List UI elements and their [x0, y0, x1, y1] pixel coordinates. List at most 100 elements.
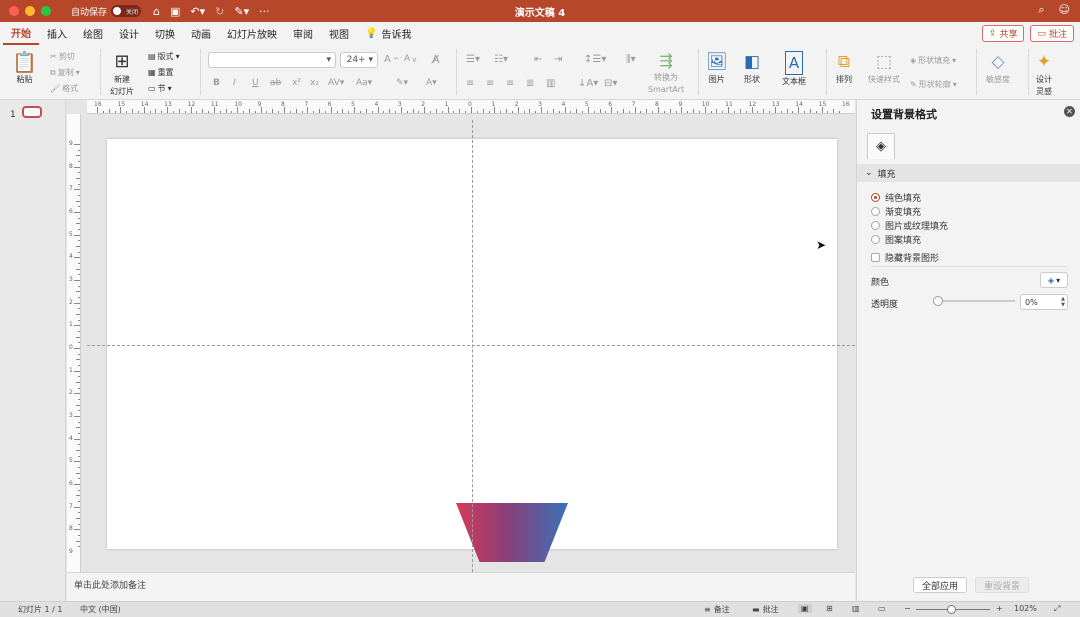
more-icon[interactable]: ···: [259, 5, 270, 18]
close-pane-button[interactable]: ✕: [1064, 106, 1075, 117]
gradient-fill-option[interactable]: 渐变填充: [871, 205, 921, 218]
shape-fill-button[interactable]: ◈ 形状填充 ▾: [910, 55, 956, 66]
section-button[interactable]: ▭ 节 ▾: [148, 83, 172, 94]
vertical-guide[interactable]: [472, 120, 473, 572]
font-size-dropdown[interactable]: 24+ ▾: [340, 52, 378, 68]
tab-view[interactable]: 视图: [321, 22, 357, 45]
smiley-feedback-icon[interactable]: ☺: [1059, 3, 1070, 17]
strikethrough-button[interactable]: ab: [270, 78, 281, 88]
italic-button[interactable]: I: [233, 78, 236, 88]
picture-button[interactable]: 🖼 图片: [706, 51, 728, 85]
tab-slideshow[interactable]: 幻灯片放映: [219, 22, 285, 45]
zoom-out-button[interactable]: −: [904, 604, 911, 613]
notes-toggle-button[interactable]: ≡ 备注: [704, 604, 730, 615]
format-painter-button[interactable]: 🖌 格式: [50, 83, 78, 94]
redo-icon[interactable]: ↻: [215, 5, 224, 18]
slide-thumbnail[interactable]: [22, 106, 42, 118]
cut-button[interactable]: ✂ 剪切: [50, 51, 75, 62]
numbering-button[interactable]: ☷▾: [494, 54, 508, 65]
new-slide-button[interactable]: ⊞ 新建 幻灯片: [110, 51, 134, 97]
solid-fill-option[interactable]: 纯色填充: [871, 191, 921, 204]
slide-sorter-button[interactable]: ⊞: [826, 604, 833, 613]
decrease-indent-button[interactable]: ⇤: [534, 54, 542, 65]
fill-tab-icon[interactable]: ◈: [867, 133, 895, 159]
shape-outline-button[interactable]: ✎ 形状轮廓 ▾: [910, 79, 957, 90]
align-left-button[interactable]: ≡: [466, 78, 474, 89]
share-button[interactable]: ⇪ 共享: [981, 25, 1025, 42]
picture-fill-option[interactable]: 图片或纹理填充: [871, 219, 948, 232]
pattern-fill-option[interactable]: 图案填充: [871, 233, 921, 246]
apply-to-all-button[interactable]: 全部应用: [913, 577, 967, 593]
font-name-dropdown[interactable]: ▾: [208, 52, 336, 68]
tab-home[interactable]: 开始: [3, 22, 39, 45]
align-right-button[interactable]: ≡: [506, 78, 514, 89]
tab-insert[interactable]: 插入: [39, 22, 75, 45]
language-status[interactable]: 中文 (中国): [80, 604, 121, 615]
edit-doc-icon[interactable]: ✎▾: [234, 5, 249, 18]
paste-button[interactable]: 📋 粘贴: [12, 51, 37, 85]
fill-section-header[interactable]: ⌄ 填充: [857, 164, 1080, 182]
tab-draw[interactable]: 绘图: [75, 22, 111, 45]
color-picker-button[interactable]: ◈ ▾: [1040, 272, 1068, 288]
undo-icon[interactable]: ↶▾: [190, 5, 205, 18]
reset-button[interactable]: ▦ 重置: [148, 67, 174, 78]
reading-view-button[interactable]: ▥: [852, 604, 860, 613]
transparency-slider-handle[interactable]: [933, 296, 943, 306]
layout-button[interactable]: ▤ 版式 ▾: [148, 51, 180, 62]
superscript-button[interactable]: x²: [292, 78, 301, 88]
designer-button[interactable]: ✦ 设计 灵感: [1036, 51, 1052, 97]
columns-button[interactable]: ⫼▾: [626, 54, 636, 65]
decrease-font-button[interactable]: Av: [404, 54, 417, 64]
bullets-button[interactable]: ☰▾: [466, 54, 480, 65]
convert-smartart-button[interactable]: ⇶ 转换为 SmartArt: [648, 51, 684, 95]
comments-button[interactable]: ▭ 批注: [1030, 25, 1074, 42]
hide-background-checkbox[interactable]: 隐藏背景图形: [871, 251, 939, 264]
comments-toggle-button[interactable]: ▬ 批注: [752, 604, 779, 615]
normal-view-button[interactable]: ▣: [798, 604, 812, 613]
transparency-input[interactable]: 0% ▲ ▼: [1020, 294, 1068, 310]
char-spacing-button[interactable]: AV▾: [328, 78, 344, 88]
zoom-in-button[interactable]: +: [996, 604, 1003, 613]
justify-button[interactable]: ≣: [526, 78, 534, 89]
search-icon[interactable]: ⌕: [1038, 3, 1044, 17]
align-text-button[interactable]: ⊟▾: [604, 78, 617, 89]
zoom-level[interactable]: 102%: [1014, 604, 1037, 613]
distributed-button[interactable]: ▥: [546, 78, 555, 89]
clear-format-button[interactable]: A̸: [432, 53, 440, 66]
slideshow-button[interactable]: ▭: [878, 604, 886, 613]
zoom-window-button[interactable]: [41, 6, 51, 16]
arrange-button[interactable]: ⧉ 排列: [836, 51, 852, 85]
zoom-slider[interactable]: [916, 605, 990, 614]
tab-transitions[interactable]: 切换: [147, 22, 183, 45]
bold-button[interactable]: B: [213, 78, 220, 88]
tell-me-tab[interactable]: 💡 告诉我: [357, 22, 419, 45]
line-spacing-button[interactable]: ↕☰▾: [584, 54, 606, 65]
textbox-button[interactable]: A 文本框: [782, 51, 806, 87]
reset-background-button[interactable]: 重设背景: [975, 577, 1029, 593]
tab-review[interactable]: 审阅: [285, 22, 321, 45]
copy-button[interactable]: ⧉ 复制 ▾: [50, 67, 80, 78]
change-case-button[interactable]: Aa▾: [356, 78, 372, 88]
tab-animations[interactable]: 动画: [183, 22, 219, 45]
autosave-toggle[interactable]: 关闭: [111, 5, 142, 17]
underline-button[interactable]: U: [252, 78, 259, 88]
font-color-button[interactable]: A▾: [426, 78, 437, 88]
notes-pane[interactable]: 单击此处添加备注: [67, 572, 855, 601]
horizontal-guide[interactable]: [87, 345, 855, 346]
sensitivity-button[interactable]: ◇ 敏感度: [986, 51, 1010, 85]
quick-styles-button[interactable]: ⬚ 快速样式: [868, 51, 900, 85]
zoom-slider-handle[interactable]: [946, 605, 956, 614]
align-center-button[interactable]: ≡: [486, 78, 494, 89]
home-icon[interactable]: ⌂: [153, 5, 160, 18]
subscript-button[interactable]: x₂: [310, 78, 319, 88]
close-window-button[interactable]: [9, 6, 19, 16]
highlight-button[interactable]: ✎▾: [396, 78, 408, 88]
fit-to-window-icon[interactable]: ⤢: [1054, 604, 1060, 614]
text-direction-button[interactable]: ↓A▾: [578, 78, 598, 89]
minimize-window-button[interactable]: [25, 6, 35, 16]
save-icon[interactable]: ▣: [170, 5, 180, 18]
spinner-arrows-icon[interactable]: ▲ ▼: [1061, 296, 1065, 308]
shape-button[interactable]: ◧ 形状: [744, 51, 760, 85]
increase-font-button[interactable]: A ^: [384, 54, 400, 65]
transparency-slider[interactable]: [933, 296, 1015, 306]
